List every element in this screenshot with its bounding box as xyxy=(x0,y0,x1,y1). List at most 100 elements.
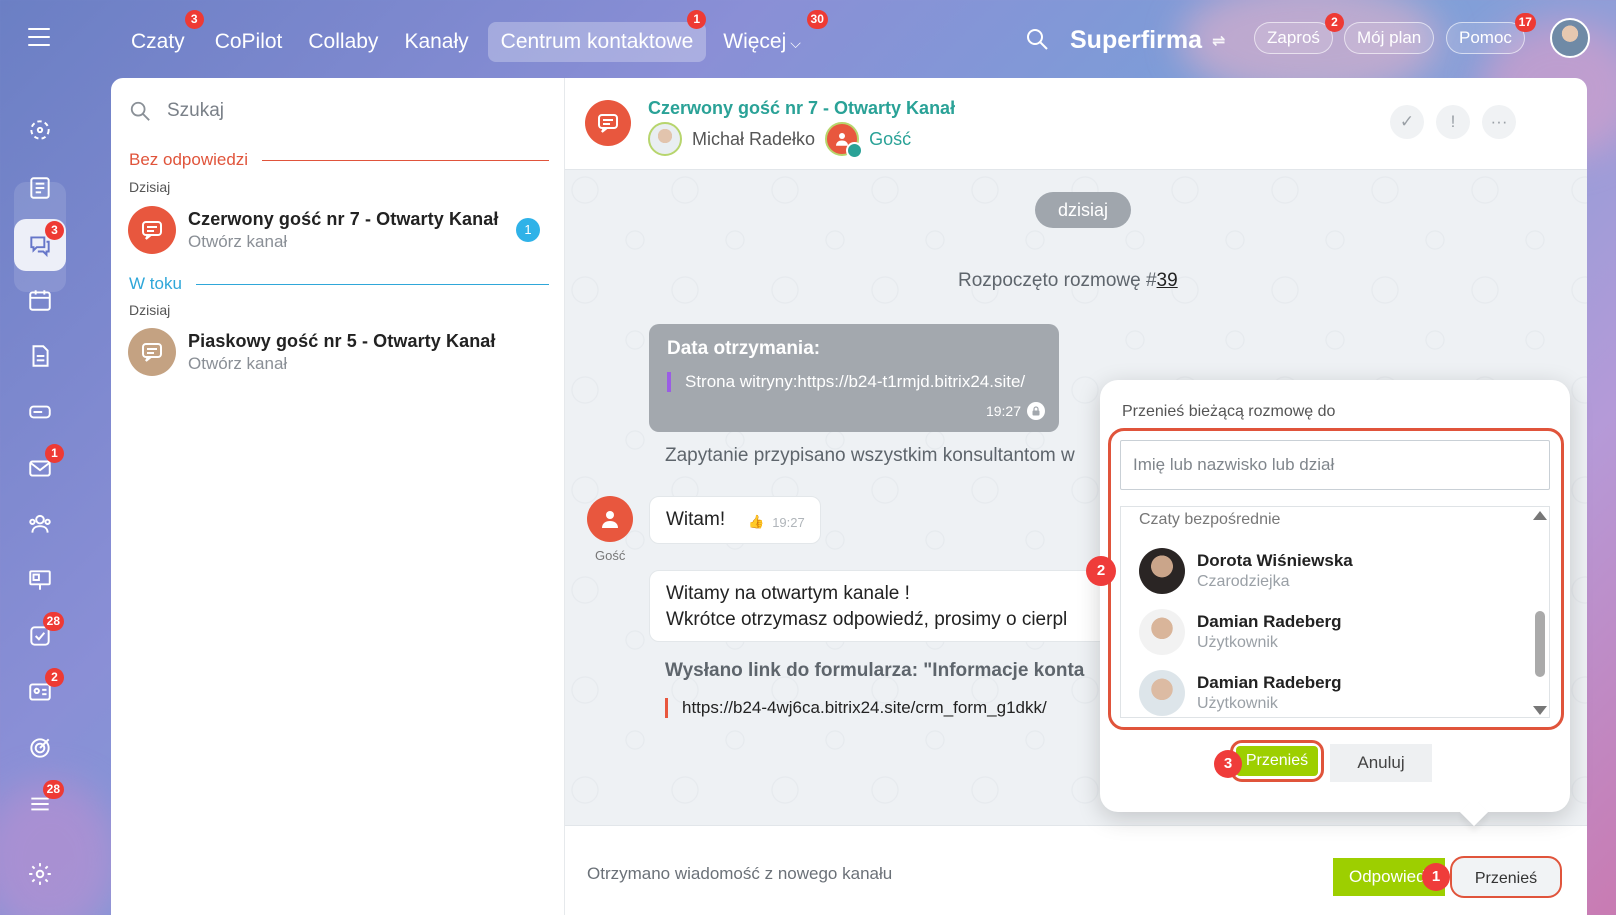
more-button[interactable]: ··· xyxy=(1482,105,1516,139)
finish-button[interactable]: ✓ xyxy=(1390,105,1424,139)
conversation-number-link[interactable]: 39 xyxy=(1157,270,1178,291)
spam-button[interactable]: ! xyxy=(1436,105,1470,139)
user-option[interactable]: Damian Radeberg Użytkownik xyxy=(1139,604,1529,660)
document-icon xyxy=(32,345,49,367)
user-avatar xyxy=(1139,670,1185,716)
list-item[interactable]: Czerwony gość nr 7 - Otwarty Kanał Otwór… xyxy=(128,202,548,258)
nav-more-badge: 30 xyxy=(806,10,828,29)
user-avatar[interactable] xyxy=(1550,18,1590,58)
sidebar-chats-badge: 3 xyxy=(45,221,64,240)
sidebar-item-crm[interactable]: 2 xyxy=(14,666,66,718)
like-icon[interactable]: 👍 xyxy=(748,514,764,530)
message-bubble[interactable]: Witam! 👍 19:27 xyxy=(649,496,821,544)
transfer-button[interactable]: Przenieś xyxy=(1450,856,1562,898)
sidebar-crm-badge: 2 xyxy=(45,668,64,687)
day-label: Dzisiaj xyxy=(129,179,171,195)
nav-more[interactable]: Więcej ⌵ 30 xyxy=(710,10,828,62)
invite-badge: 2 xyxy=(1324,13,1344,32)
sidebar-item-contacts[interactable] xyxy=(14,498,66,550)
users-icon xyxy=(29,514,51,533)
alert-icon: ! xyxy=(1450,112,1456,131)
chat-header: Czerwony gość nr 7 - Otwarty Kanał Micha… xyxy=(565,78,1587,170)
day-label: Dzisiaj xyxy=(129,302,171,318)
conversation-subtitle: Otwórz kanał xyxy=(188,231,288,251)
chat-footer: Otrzymano wiadomość z nowego kanału Odpo… xyxy=(565,825,1587,915)
sidebar-item-ai[interactable] xyxy=(14,104,66,156)
sidebar-item-drive[interactable] xyxy=(14,386,66,438)
search-placeholder: Szukaj xyxy=(167,100,225,121)
gear-icon xyxy=(29,863,51,885)
sidebar-item-feed[interactable] xyxy=(14,162,66,214)
my-plan-button[interactable]: Mój plan xyxy=(1344,22,1435,54)
sidebar-item-goals[interactable] xyxy=(14,722,66,774)
callout-1: 1 xyxy=(1422,863,1450,891)
callout-2: 2 xyxy=(1086,556,1116,586)
nav-channels[interactable]: Kanały xyxy=(391,22,481,62)
company-name[interactable]: Superfirma ⇌ xyxy=(1070,26,1225,55)
invite-button[interactable]: Zaproś 2 xyxy=(1254,13,1344,54)
board-icon xyxy=(29,570,51,590)
sliders-icon: ⇌ xyxy=(1211,32,1226,50)
scroll-thumb[interactable] xyxy=(1535,611,1545,677)
operator-avatar[interactable] xyxy=(648,122,682,156)
scroll-up-icon[interactable] xyxy=(1533,511,1547,520)
user-option[interactable]: Dorota Wiśniewska Czarodziejka xyxy=(1139,543,1529,599)
sidebar-mail-badge: 1 xyxy=(45,444,64,463)
sidebar-activity-badge: 28 xyxy=(42,780,64,799)
nav-chats[interactable]: Czaty 3 xyxy=(118,10,204,62)
section-divider xyxy=(262,159,549,161)
sidebar-item-tasks[interactable]: 28 xyxy=(14,610,66,662)
search-icon[interactable] xyxy=(1025,27,1049,51)
form-link-title: Wysłano link do formularza: "Informacje … xyxy=(665,660,1085,681)
nav-contact-center[interactable]: Centrum kontaktowe 1 xyxy=(487,10,707,62)
nav-collaby[interactable]: Collaby xyxy=(295,22,391,62)
sidebar-item-chats[interactable]: 3 xyxy=(14,219,66,271)
operator-name[interactable]: Michał Radełko xyxy=(692,129,815,150)
popup-cancel-button[interactable]: Anuluj xyxy=(1330,744,1432,782)
check-circle-icon: ✓ xyxy=(1399,112,1415,131)
more-icon: ··· xyxy=(1490,112,1508,131)
chat-title[interactable]: Czerwony gość nr 7 - Otwarty Kanał xyxy=(648,98,955,119)
target-icon xyxy=(30,738,50,758)
sidebar-item-presentation[interactable] xyxy=(14,554,66,606)
chat-bubble-icon xyxy=(128,206,176,254)
chat-bubble-icon xyxy=(585,100,631,146)
list-item[interactable]: Piaskowy gość nr 5 - Otwarty Kanał Otwór… xyxy=(128,324,548,380)
user-option[interactable]: Damian Radeberg Użytkownik xyxy=(1139,665,1529,717)
nav-chats-badge: 3 xyxy=(184,10,204,29)
guest-name[interactable]: Gość xyxy=(869,129,911,150)
received-quote: Strona witryny:https://b24-t1rmjd.bitrix… xyxy=(667,372,1025,392)
guest-avatar[interactable] xyxy=(587,496,633,542)
sidebar-item-settings[interactable] xyxy=(14,848,66,900)
list-search[interactable]: Szukaj xyxy=(129,100,224,122)
sidebar-item-mail[interactable]: 1 xyxy=(14,442,66,494)
footer-status: Otrzymano wiadomość z nowego kanału xyxy=(587,864,893,883)
sidebar-item-documents[interactable] xyxy=(14,330,66,382)
channel-icon xyxy=(846,142,864,159)
help-badge: 17 xyxy=(1514,13,1536,32)
scrollbar[interactable] xyxy=(1533,511,1547,715)
guest-avatar[interactable] xyxy=(825,122,864,159)
transfer-target-list: Czaty bezpośrednie Dorota Wiśniewska Czar… xyxy=(1120,506,1550,718)
section-divider xyxy=(195,283,549,285)
sidebar-item-calendar[interactable] xyxy=(14,274,66,326)
transfer-search-input[interactable] xyxy=(1120,440,1550,490)
sidebar-item-activity[interactable]: 28 xyxy=(14,778,66,830)
conversation-subtitle: Otwórz kanał xyxy=(188,353,288,373)
popup-transfer-button[interactable]: Przenieś xyxy=(1230,740,1324,782)
menu-icon[interactable] xyxy=(28,28,50,46)
nav-contact-center-badge: 1 xyxy=(687,10,707,29)
calendar-icon xyxy=(29,290,51,311)
nav-copilot[interactable]: CoPilot xyxy=(202,22,296,62)
message-bubble[interactable]: Witamy na otwartym kanale ! Wkrótce otrz… xyxy=(649,570,1109,642)
top-bar: Czaty 3 CoPilot Collaby Kanały Centrum k… xyxy=(0,0,1616,78)
drive-icon xyxy=(29,405,51,419)
scroll-down-icon[interactable] xyxy=(1533,706,1547,715)
search-icon xyxy=(130,101,150,121)
conversation-list: Szukaj Bez odpowiedzi Dzisiaj Czerwony g… xyxy=(111,78,565,915)
sparkle-icon xyxy=(30,120,50,140)
help-button[interactable]: Pomoc 17 xyxy=(1446,13,1536,54)
unread-count: 1 xyxy=(516,218,540,242)
form-link[interactable]: https://b24-4wj6ca.bitrix24.site/crm_for… xyxy=(665,698,1047,718)
popup-title: Przenieś bieżącą rozmowę do xyxy=(1122,403,1336,420)
